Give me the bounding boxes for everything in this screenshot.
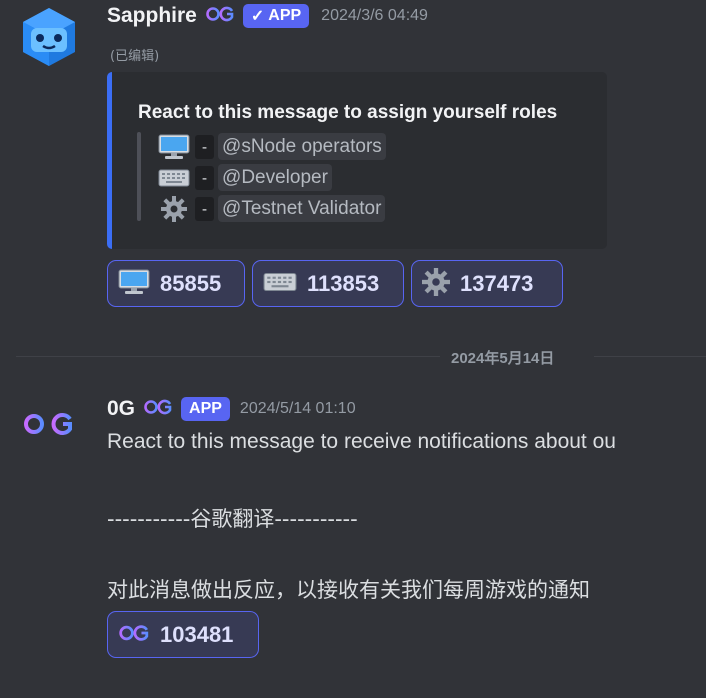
divider-line-left <box>16 356 440 357</box>
reaction-button[interactable]: 103481 <box>107 611 259 658</box>
reaction-count: 103481 <box>160 621 234 647</box>
0g-avatar[interactable] <box>18 402 80 464</box>
role-mention[interactable]: @sNode operators <box>218 133 386 160</box>
app-badge: ✓ APP <box>242 4 310 28</box>
embed-title: React to this message to assign yourself… <box>138 102 558 123</box>
role-embed: React to this message to assign yourself… <box>107 72 607 249</box>
date-divider: 2024年5月14日 <box>451 350 555 367</box>
role-mention[interactable]: @Testnet Validator <box>218 195 386 222</box>
edited-label: (已编辑) <box>110 49 160 64</box>
gear-icon <box>422 267 450 300</box>
app-badge-label: APP <box>268 7 302 24</box>
role-dash: - <box>195 165 215 190</box>
reaction-button[interactable]: 137473 <box>411 260 563 307</box>
message-author[interactable]: Sapphire <box>107 4 197 28</box>
role-dash: - <box>195 134 215 159</box>
message-timestamp[interactable]: 2024/5/14 01:10 <box>240 400 356 418</box>
keyboard-icon <box>157 164 191 191</box>
0g-logo-icon <box>143 399 173 419</box>
0g-logo-icon <box>205 6 235 26</box>
desktop-computer-icon <box>157 133 191 160</box>
role-line: - @Testnet Validator <box>157 195 386 222</box>
role-line: - @Developer <box>157 164 332 191</box>
message-line: -----------谷歌翻译----------- <box>107 507 358 531</box>
keyboard-icon <box>263 272 297 296</box>
blockquote-bar <box>137 132 141 221</box>
message-timestamp[interactable]: 2024/3/6 04:49 <box>321 7 428 25</box>
0g-logo-icon <box>118 624 150 646</box>
verified-check-icon: ✓ <box>250 8 265 25</box>
reaction-count: 113853 <box>307 270 380 296</box>
message-line: React to this message to receive notific… <box>107 430 616 453</box>
app-badge: APP <box>181 397 230 421</box>
reaction-button[interactable]: 113853 <box>252 260 404 307</box>
reaction-button[interactable]: 85855 <box>107 260 245 307</box>
gear-icon <box>157 195 191 222</box>
app-badge-label: APP <box>189 400 222 417</box>
divider-line-right <box>594 356 706 357</box>
role-line: - @sNode operators <box>157 133 386 160</box>
sapphire-avatar[interactable] <box>18 6 80 68</box>
desktop-computer-icon <box>118 269 150 299</box>
message-line: 对此消息做出反应，以接收有关我们每周游戏的通知 <box>107 578 590 602</box>
role-mention[interactable]: @Developer <box>218 164 332 191</box>
message-author[interactable]: 0G <box>107 397 135 421</box>
reaction-count: 137473 <box>460 270 534 296</box>
role-dash: - <box>195 196 215 221</box>
reaction-count: 85855 <box>160 270 222 296</box>
